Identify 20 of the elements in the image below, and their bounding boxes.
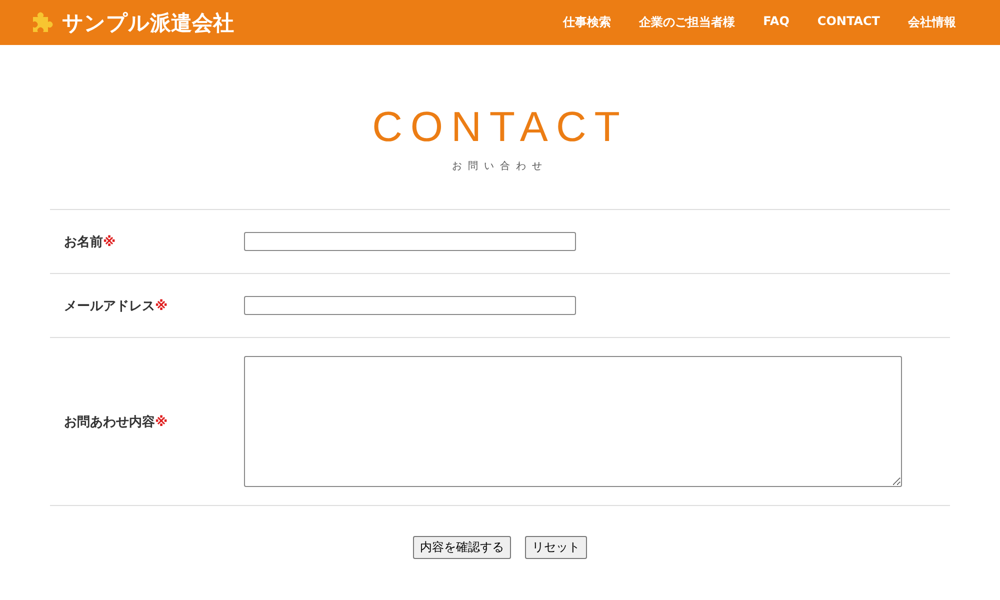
nav-link[interactable]: 仕事検索: [563, 14, 612, 31]
logo-text[interactable]: サンプル派遣会社: [62, 8, 234, 36]
confirm-button[interactable]: 内容を確認する: [413, 536, 511, 559]
input-field[interactable]: [244, 296, 576, 315]
puzzle-piece-icon: [30, 10, 54, 34]
nav-link[interactable]: FAQ: [763, 14, 790, 31]
nav-link[interactable]: CONTACT: [817, 14, 880, 31]
field-label: メールアドレス: [64, 298, 155, 314]
nav-link[interactable]: 企業のご担当者様: [639, 14, 736, 31]
page-subtitle: お問い合わせ: [451, 160, 549, 173]
field-label: お名前: [64, 234, 103, 250]
message-field[interactable]: [244, 356, 902, 487]
required-mark: ※: [103, 234, 116, 250]
required-mark: ※: [155, 414, 168, 430]
field-label: お問あわせ内容: [64, 414, 155, 430]
reset-button[interactable]: リセット: [525, 536, 587, 559]
page-title: CONTACT: [371, 105, 629, 149]
input-field[interactable]: [244, 232, 576, 251]
required-mark: ※: [155, 298, 168, 314]
nav-link[interactable]: 会社情報: [908, 14, 956, 31]
